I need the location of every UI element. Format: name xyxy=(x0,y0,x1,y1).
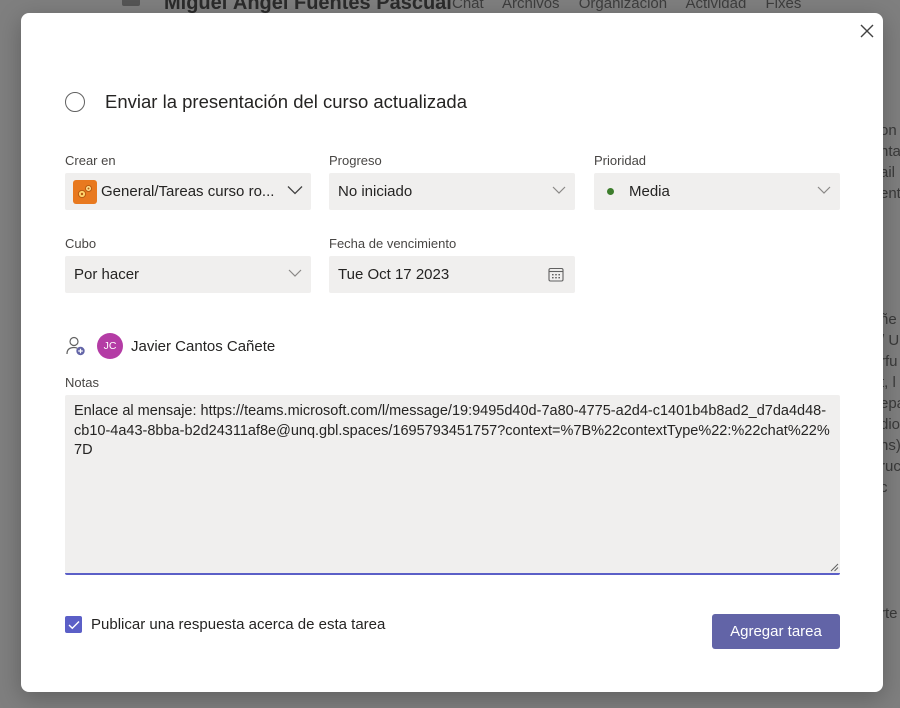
crear-en-select[interactable]: General/Tareas curso ro... xyxy=(65,173,311,210)
resize-grip-icon[interactable] xyxy=(829,562,839,572)
priority-dot-icon xyxy=(607,188,614,195)
prioridad-value: Media xyxy=(629,183,670,200)
background-text-fragment: c xyxy=(880,479,888,496)
background-message-fragments: on nta ail ent ñe / U rfu t, l epa dio ns) ruc c rt… xyxy=(880,120,900,680)
notes-text: Enlace al mensaje: https://teams.microso… xyxy=(74,403,830,458)
crear-en-label: Crear en xyxy=(65,153,116,168)
background-text-fragment: ñe xyxy=(880,311,897,328)
background-text-fragment xyxy=(880,519,900,540)
checkmark-icon xyxy=(68,620,79,629)
background-text-fragment xyxy=(880,225,900,246)
close-icon xyxy=(860,24,874,38)
chevron-down-icon xyxy=(817,186,831,194)
progreso-label: Progreso xyxy=(329,153,382,168)
publish-reply-row[interactable]: Publicar una respuesta acerca de esta ta… xyxy=(65,616,385,633)
avatar[interactable]: JC xyxy=(97,333,123,359)
cubo-select[interactable]: Por hacer xyxy=(65,256,311,293)
prioridad-label: Prioridad xyxy=(594,153,647,168)
complete-task-toggle[interactable] xyxy=(65,92,85,112)
background-tab: Fixes xyxy=(765,0,802,12)
background-text-fragment: epa xyxy=(880,395,900,412)
background-tab: Actividad xyxy=(685,0,747,12)
fecha-label: Fecha de vencimiento xyxy=(329,236,457,251)
planner-gear-icon xyxy=(73,179,97,204)
background-tab: Organización xyxy=(578,0,668,12)
assignee-name: Javier Cantos Cañete xyxy=(131,337,276,355)
progreso-select[interactable]: No iniciado xyxy=(329,173,575,210)
fecha-input[interactable]: Tue Oct 17 2023 xyxy=(329,256,575,293)
assignment-row: JC Javier Cantos Cañete xyxy=(65,333,275,359)
notas-label: Notas xyxy=(65,375,99,390)
crear-en-value: General/Tareas curso ro... xyxy=(101,183,275,200)
background-text-fragment xyxy=(880,204,900,225)
add-task-button[interactable]: Agregar tarea xyxy=(712,614,840,649)
background-chat-title: Miguel Ángel Fuentes Pascual xyxy=(164,0,452,14)
chevron-down-icon xyxy=(288,269,302,277)
cubo-label: Cubo xyxy=(65,236,97,251)
background-tab: Archivos xyxy=(502,0,560,12)
background-text-fragment: rte xyxy=(880,605,898,622)
background-app-icon xyxy=(122,0,140,6)
background-text-fragment: ail xyxy=(880,164,896,181)
background-text-fragment: / U xyxy=(880,332,900,349)
background-text-fragment xyxy=(880,561,900,582)
publish-reply-checkbox[interactable] xyxy=(65,616,82,633)
publish-reply-label: Publicar una respuesta acerca de esta ta… xyxy=(91,616,386,633)
background-text-fragment: nta xyxy=(880,143,900,160)
background-text-fragment xyxy=(880,540,900,561)
notes-textarea[interactable]: Enlace al mensaje: https://teams.microso… xyxy=(65,395,840,575)
calendar-icon[interactable] xyxy=(548,267,564,282)
chevron-down-icon xyxy=(552,186,566,194)
background-text-fragment: ent xyxy=(880,185,900,202)
background-text-fragment: rfu xyxy=(880,353,898,370)
background-text-fragment: on xyxy=(880,122,897,139)
background-text-fragment: ns) xyxy=(880,437,900,454)
task-title-row: Enviar la presentación del curso actuali… xyxy=(65,91,467,113)
background-tab: Chat xyxy=(452,0,484,12)
add-task-dialog: Enviar la presentación del curso actuali… xyxy=(21,13,883,692)
background-text-fragment xyxy=(880,498,900,519)
progreso-value: No iniciado xyxy=(338,183,413,200)
chevron-down-icon xyxy=(287,186,303,195)
close-button[interactable] xyxy=(856,20,878,42)
background-tabs: Chat Archivos Organización Actividad Fix… xyxy=(452,0,816,12)
cubo-value: Por hacer xyxy=(74,266,140,283)
background-text-fragment: ruc xyxy=(880,458,900,475)
background-text-fragment: dio xyxy=(880,416,900,433)
add-person-icon[interactable] xyxy=(65,335,87,357)
background-text-fragment xyxy=(880,582,900,603)
prioridad-select[interactable]: Media xyxy=(594,173,840,210)
background-text-fragment xyxy=(880,246,900,267)
background-text-fragment xyxy=(880,267,900,288)
task-title[interactable]: Enviar la presentación del curso actuali… xyxy=(105,91,467,113)
fecha-value: Tue Oct 17 2023 xyxy=(338,266,450,283)
background-header: Miguel Ángel Fuentes Pascual Chat Archiv… xyxy=(0,0,900,14)
background-text-fragment xyxy=(880,288,900,309)
background-text-fragment: t, l xyxy=(880,374,896,391)
